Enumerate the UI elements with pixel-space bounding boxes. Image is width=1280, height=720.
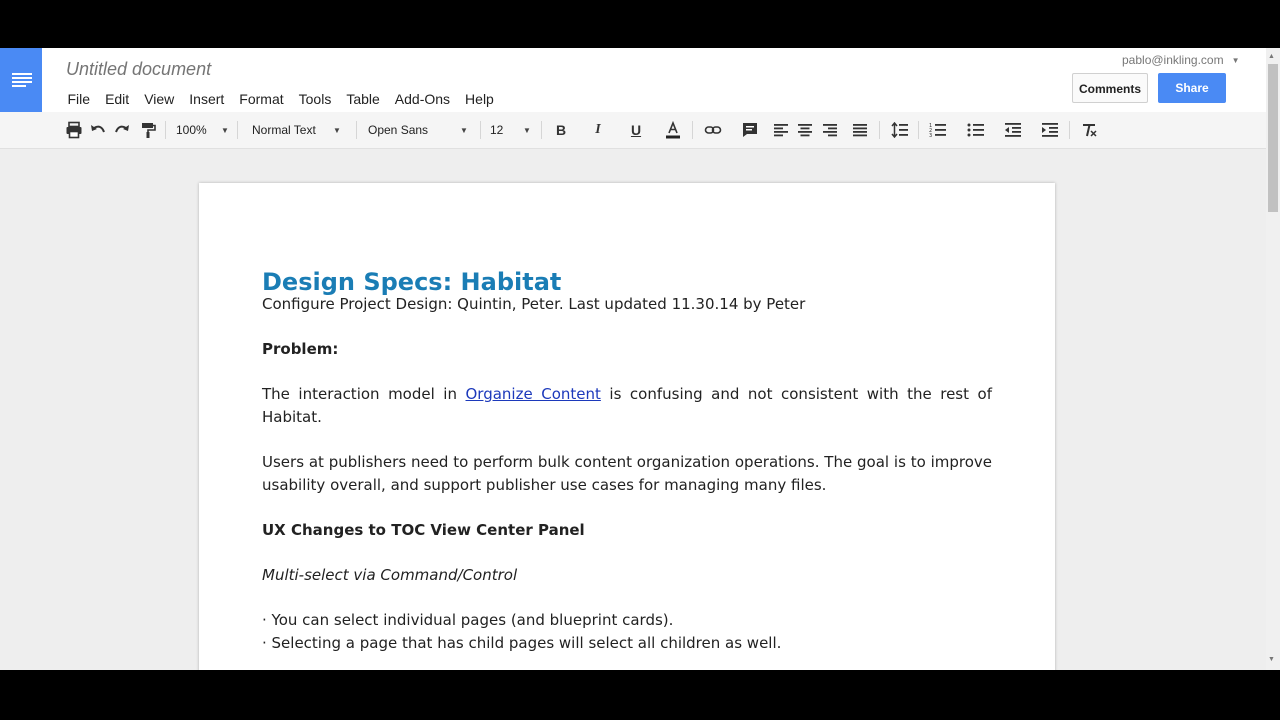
scroll-up-icon[interactable]: ▲ <box>1268 53 1275 60</box>
line-spacing-icon[interactable] <box>890 120 910 140</box>
menu-help[interactable]: Help <box>458 90 502 108</box>
numbered-list-icon[interactable]: 123 <box>928 120 948 140</box>
formatting-toolbar: 100% ▼ Normal Text ▼ Open Sans ▼ 12 ▼ B … <box>0 112 1266 149</box>
paragraph-interaction-model: The interaction model in Organize Conten… <box>262 385 992 426</box>
document-title[interactable]: Untitled document <box>66 59 211 80</box>
link-icon[interactable] <box>703 120 723 140</box>
zoom-value[interactable]: 100% <box>176 120 207 140</box>
print-icon[interactable] <box>64 120 84 140</box>
menu-format[interactable]: Format <box>232 90 291 108</box>
size-chevron-down-icon[interactable]: ▼ <box>523 126 531 135</box>
section-heading: UX Changes to TOC View Center Panel <box>262 521 585 539</box>
menu-file[interactable]: File <box>60 90 98 108</box>
align-justify-icon[interactable] <box>851 120 869 140</box>
text-color-icon[interactable] <box>664 120 682 140</box>
align-left-icon[interactable] <box>772 120 790 140</box>
share-button[interactable]: Share <box>1158 73 1226 103</box>
menu-tools[interactable]: Tools <box>291 90 339 108</box>
scroll-down-icon[interactable]: ▼ <box>1268 656 1275 663</box>
docs-logo-icon[interactable] <box>0 48 42 112</box>
organize-content-link[interactable]: Organize Content <box>466 385 601 403</box>
comment-icon[interactable] <box>740 120 760 140</box>
paint-format-icon[interactable] <box>138 120 158 140</box>
menu-insert[interactable]: Insert <box>182 90 232 108</box>
list-item: · Selecting a page that has child pages … <box>262 634 782 652</box>
undo-icon[interactable] <box>88 120 108 140</box>
docs-app: Untitled document File Edit View Insert … <box>0 48 1280 670</box>
paragraph-style-value[interactable]: Normal Text <box>252 120 316 140</box>
menu-view[interactable]: View <box>137 90 182 108</box>
redo-icon[interactable] <box>112 120 132 140</box>
paragraph-users: Users at publishers need to perform bulk… <box>262 453 992 494</box>
document-page[interactable]: Design Specs: Habitat Configure Project … <box>199 183 1055 670</box>
zoom-chevron-down-icon[interactable]: ▼ <box>221 126 229 135</box>
clear-formatting-icon[interactable] <box>1079 120 1099 140</box>
subsection-heading: Multi-select via Command/Control <box>262 566 518 584</box>
document-subtitle: Configure Project Design: Quintin, Peter… <box>262 295 806 313</box>
font-family-value[interactable]: Open Sans <box>368 120 428 140</box>
account-switcher[interactable]: pablo@inkling.com ▼ <box>1122 53 1240 67</box>
bulleted-list-icon[interactable] <box>966 120 986 140</box>
comments-button[interactable]: Comments <box>1072 73 1148 103</box>
menu-add-ons[interactable]: Add-Ons <box>387 90 457 108</box>
svg-text:3: 3 <box>929 133 932 138</box>
document-body[interactable]: Design Specs: Habitat Configure Project … <box>262 267 992 655</box>
underline-icon[interactable]: U <box>628 120 644 140</box>
italic-icon[interactable]: I <box>590 120 606 140</box>
increase-indent-icon[interactable] <box>1040 120 1060 140</box>
account-email: pablo@inkling.com <box>1122 53 1224 67</box>
font-chevron-down-icon[interactable]: ▼ <box>460 126 468 135</box>
decrease-indent-icon[interactable] <box>1003 120 1023 140</box>
style-chevron-down-icon[interactable]: ▼ <box>333 126 341 135</box>
bold-icon[interactable]: B <box>553 120 569 140</box>
list-item: · You can select individual pages (and b… <box>262 611 674 629</box>
scrollbar-thumb[interactable] <box>1268 64 1278 212</box>
problem-label: Problem: <box>262 340 339 358</box>
menu-bar: File Edit View Insert Format Tools Table… <box>60 90 501 108</box>
app-header: Untitled document File Edit View Insert … <box>0 48 1266 112</box>
align-center-icon[interactable] <box>796 120 814 140</box>
align-right-icon[interactable] <box>821 120 839 140</box>
menu-edit[interactable]: Edit <box>98 90 137 108</box>
font-size-value[interactable]: 12 <box>490 120 503 140</box>
chevron-down-icon: ▼ <box>1231 56 1240 66</box>
menu-table[interactable]: Table <box>339 90 387 108</box>
